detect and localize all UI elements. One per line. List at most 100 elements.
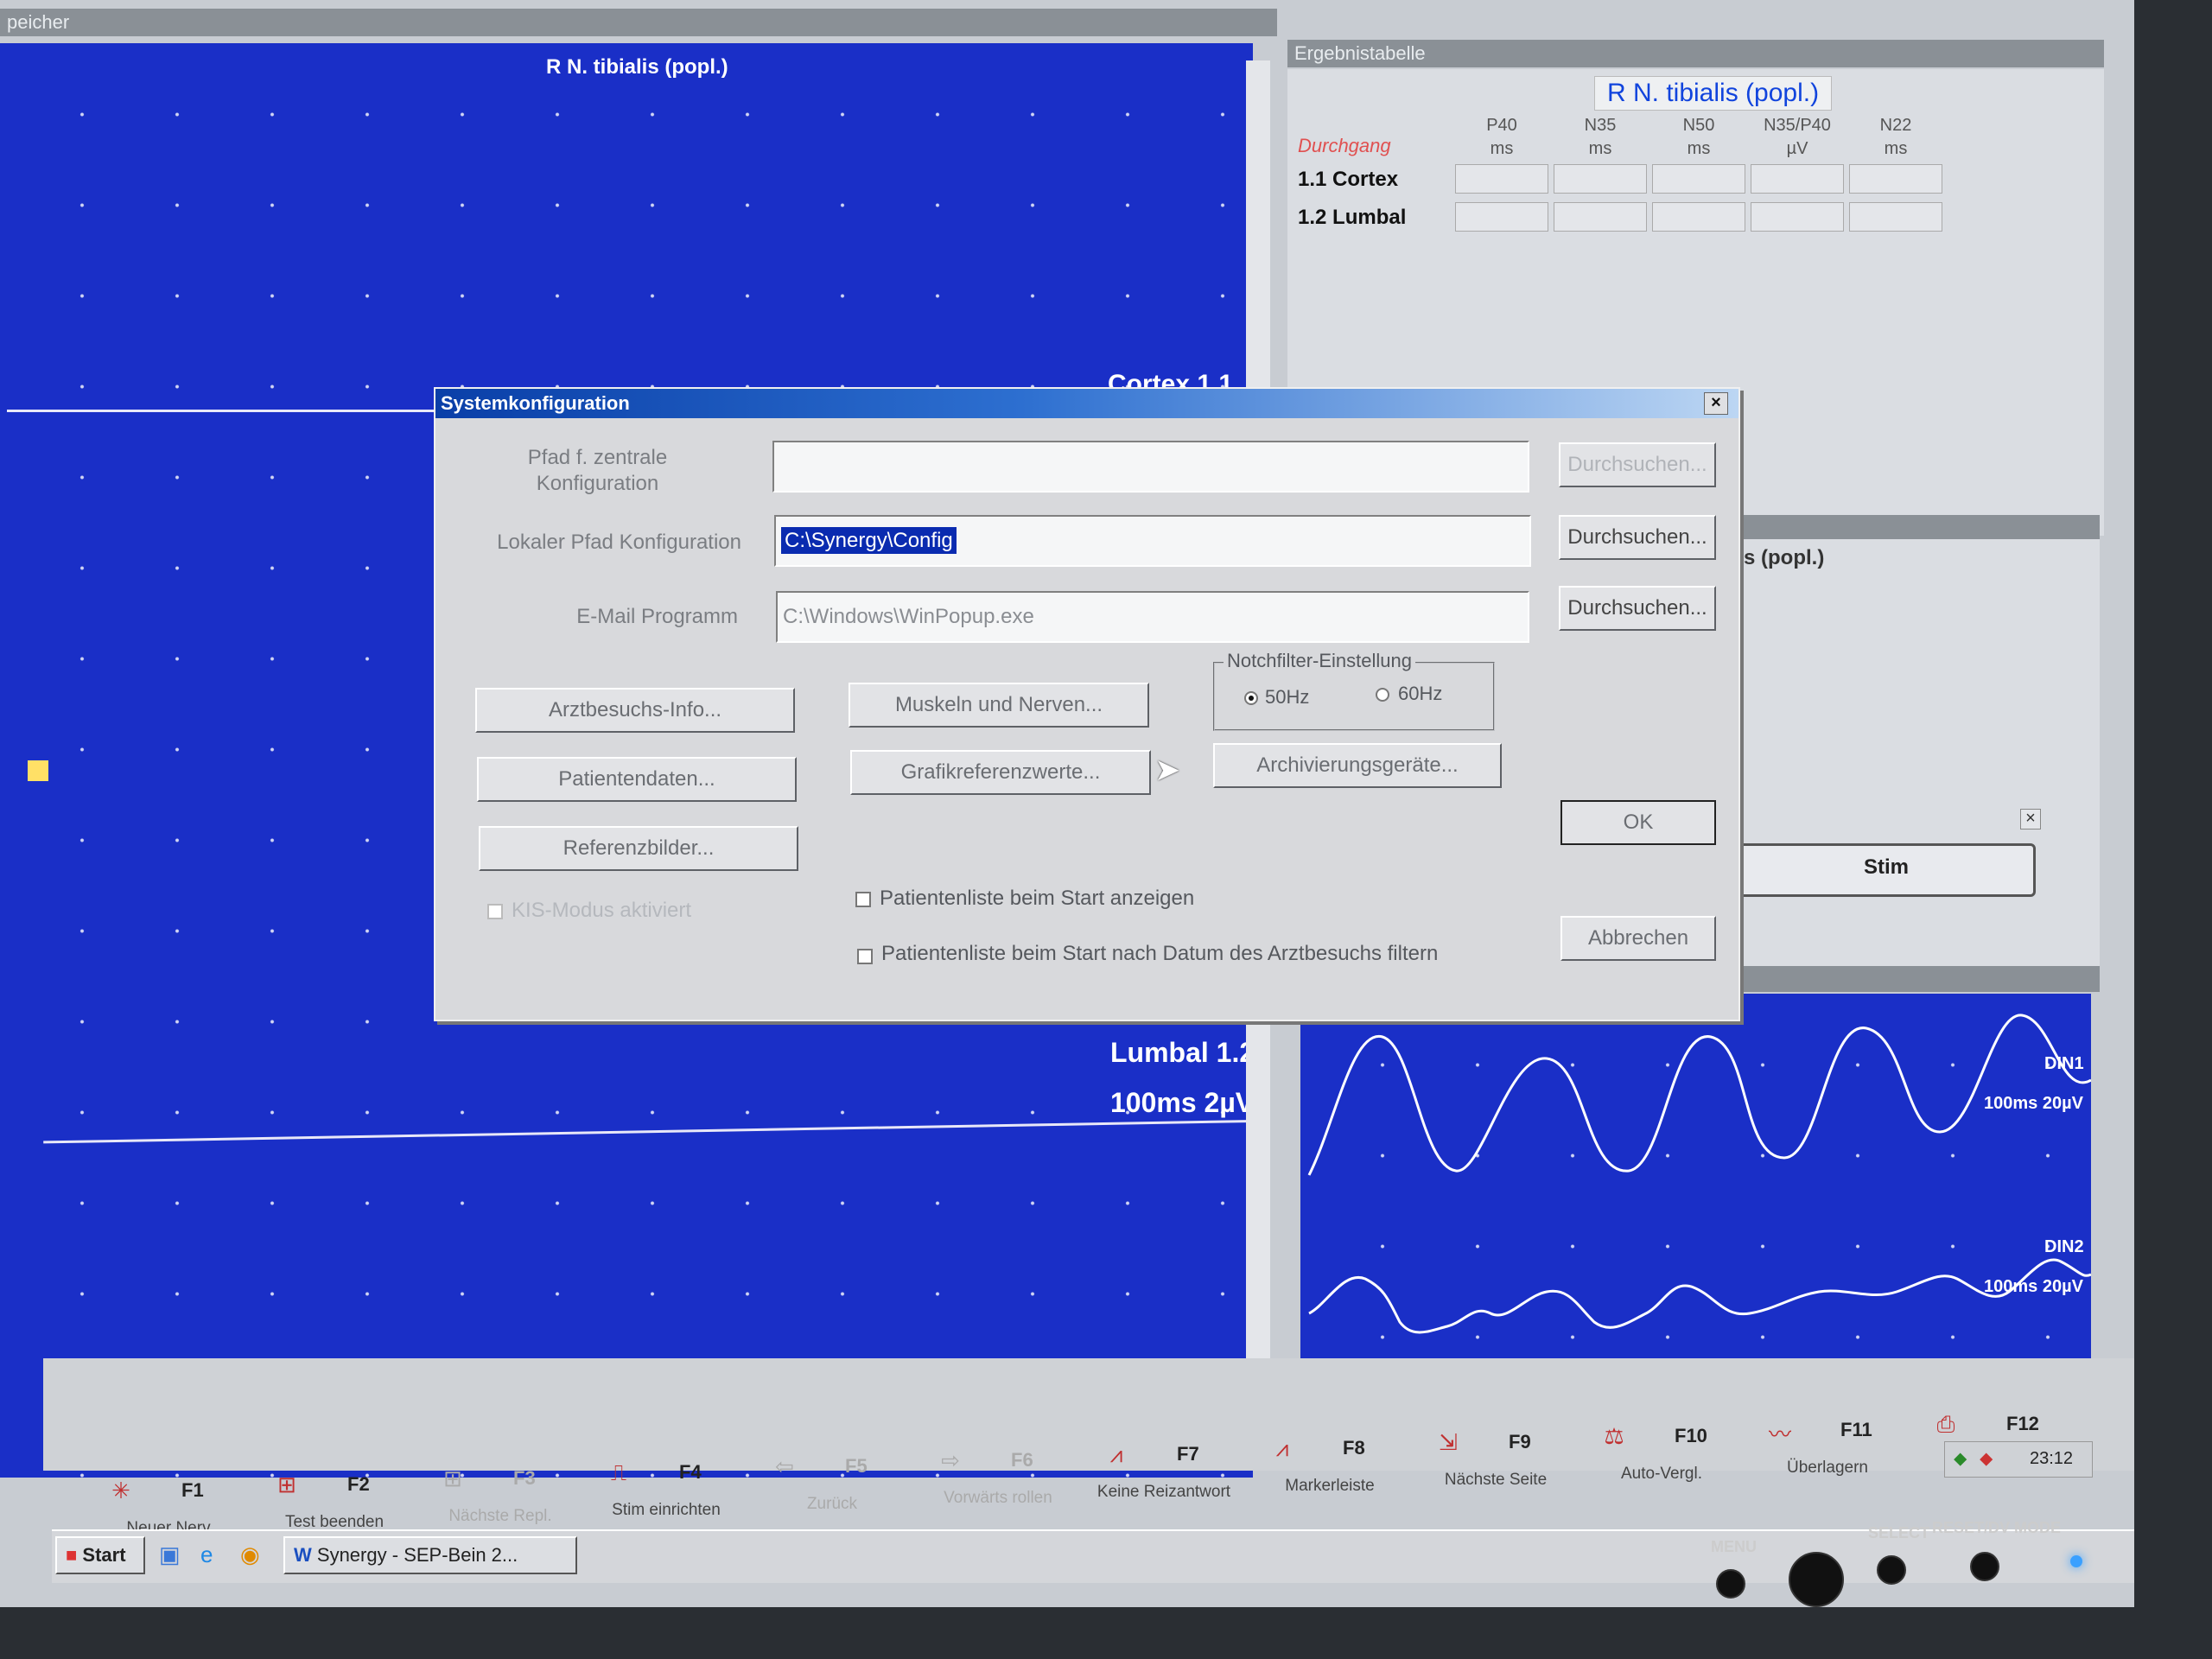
fkey-key: F2 [347,1473,370,1495]
left-pane-header: R N. tibialis (popl.) [546,55,728,79]
dialog-title: Systemkonfiguration [441,392,630,414]
notch-60-label: 60Hz [1398,683,1443,704]
results-row-label: 1.2 Lumbal [1298,206,1407,229]
cancel-button[interactable]: Abbrechen [1560,916,1716,961]
media-icon[interactable]: ◉ [240,1541,260,1568]
bezel-menu-label: MENU [1711,1538,1757,1555]
local-path-field[interactable]: C:\Synergy\Config [774,515,1531,567]
stim-button[interactable]: Stim [1737,843,2036,897]
email-field[interactable]: C:\Windows\WinPopup.exe [776,591,1529,643]
forward-icon: ⇨ [941,1447,960,1473]
arztbesuch-button[interactable]: Arztbesuchs-Info... [475,688,795,733]
results-cell [1455,164,1548,194]
printer-icon: ⎙ [1936,1411,1955,1437]
fkey-key: F4 [679,1461,702,1483]
marker-square [28,760,48,781]
fkey-key: F7 [1177,1443,1199,1465]
mouse-cursor: ➤ [1154,752,1181,787]
fkey-label: Auto-Vergl. [1621,1465,1702,1483]
lumbal-label: Lumbal 1.2 [1110,1037,1255,1068]
windows-flag-icon: ■ [66,1544,78,1566]
bezel-reset-button[interactable] [1970,1552,1999,1581]
start-label: Start [82,1544,126,1566]
notch-title: Notchfilter-Einstellung [1224,650,1415,672]
din1-label: DIN1 [2044,1054,2084,1073]
fkey-key: F5 [845,1455,868,1477]
bezel-select-button[interactable] [1877,1555,1906,1585]
fkey-key: F9 [1509,1431,1531,1452]
fkey-label: Nächste Repl. [448,1507,552,1525]
results-cell [1751,164,1844,194]
fkey-label: Vorwärts rollen [944,1489,1052,1507]
kis-checkbox[interactable] [487,904,503,919]
synergy-task-button[interactable]: W Synergy - SEP-Bein 2... [283,1536,577,1574]
fkey-f9[interactable]: ⇲ F9 Nächste Seite [1414,1421,1578,1516]
fkey-label: Zurück [806,1495,858,1513]
referenzbilder-button[interactable]: Referenzbilder... [479,826,798,871]
grafik-button[interactable]: Grafikreferenzwerte... [850,750,1151,795]
list-start-label: Patientenliste beim Start anzeigen [880,887,1195,910]
fkey-f7[interactable]: ⩘ F7 Keine Reizantwort [1082,1433,1246,1528]
bezel-menu-button[interactable] [1716,1569,1745,1599]
browse-email-button[interactable]: Durchsuchen... [1559,586,1716,631]
system-tray: ⬥ ⬥ 23:12 [1944,1441,2093,1478]
fkey-label: Überlagern [1787,1459,1868,1477]
fkey-f5[interactable]: ⇦ F5 Zurück [750,1445,914,1540]
next-page-icon: ⇲ [1439,1429,1458,1455]
lumbal-scale: 100ms 2µV [1110,1087,1255,1118]
fkey-f6[interactable]: ⇨ F6 Vorwärts rollen [916,1439,1080,1534]
results-row-label: 1.1 Cortex [1298,168,1399,191]
fkey-label: Stim einrichten [612,1501,721,1519]
archiv-button[interactable]: Archivierungsgeräte... [1213,743,1502,788]
ok-button[interactable]: OK [1560,800,1716,845]
browse-local-button[interactable]: Durchsuchen... [1559,515,1716,560]
din1-scale: 100ms 20µV [1984,1094,2083,1113]
tray-clock: 23:12 [2030,1449,2074,1468]
list-filter-checkbox[interactable] [857,949,873,964]
compare-icon: ⚖ [1604,1423,1624,1449]
browser-icon[interactable]: e [200,1541,213,1568]
central-path-field[interactable] [772,441,1529,493]
fkey-f11[interactable]: 〰 F11 Überlagern [1745,1408,1910,1503]
notch-60-radio[interactable] [1376,688,1389,702]
fkey-key: F1 [181,1479,204,1501]
desktop-icon[interactable]: ▣ [159,1541,181,1568]
sparkle-icon: ✳ [111,1478,130,1503]
power-led[interactable] [2070,1555,2082,1567]
results-column-header: N50 ms [1682,116,1715,158]
fkey-label: Keine Reizantwort [1096,1483,1231,1501]
stim-panel-close[interactable]: × [2020,809,2041,830]
list-start-checkbox[interactable] [855,892,871,907]
dialog-close-button[interactable]: × [1704,392,1728,415]
right-mid-header: s (popl.) [1744,546,1825,569]
kis-label: KIS-Modus aktiviert [512,899,692,922]
results-cell [1849,202,1942,232]
notch-50-radio[interactable] [1244,691,1258,705]
results-cell [1455,202,1548,232]
local-path-value: C:\Synergy\Config [781,527,957,554]
central-path-label-2: Konfiguration [536,472,659,495]
results-column-header: N35 ms [1584,116,1617,158]
email-label: E-Mail Programm [576,605,738,628]
fkey-f10[interactable]: ⚖ F10 Auto-Vergl. [1580,1414,1744,1510]
list-filter-label: Patientenliste beim Start nach Datum des… [881,942,1439,965]
fkey-label: Nächste Seite [1444,1471,1548,1489]
results-heading: R N. tibialis (popl.) [1594,76,1833,111]
synergy-app-label: Synergy [316,1544,387,1566]
fkey-f8[interactable]: ⩘ F8 Markerleiste [1248,1427,1412,1522]
fkey-key: F3 [513,1467,536,1489]
browse-central-button[interactable]: Durchsuchen... [1559,442,1716,487]
bezel-joystick[interactable] [1789,1552,1844,1607]
muskeln-button[interactable]: Muskeln und Nerven... [849,683,1149,728]
notch-50-label: 50Hz [1265,686,1310,708]
fkey-key: F10 [1675,1425,1707,1446]
patientendaten-button[interactable]: Patientendaten... [477,757,797,802]
din2-trace [1308,1258,2091,1334]
bezel-select-label: SELECT [1868,1524,1930,1541]
tray-security-icon[interactable]: ⬥ [1980,1447,1993,1470]
central-path-label-1: Pfad f. zentrale [527,446,668,469]
tray-network-icon[interactable]: ⬥ [1954,1447,1967,1470]
fkey-key: F12 [2006,1413,2039,1434]
start-button[interactable]: ■ Start [55,1536,145,1574]
fkey-key: F11 [1840,1419,1872,1440]
